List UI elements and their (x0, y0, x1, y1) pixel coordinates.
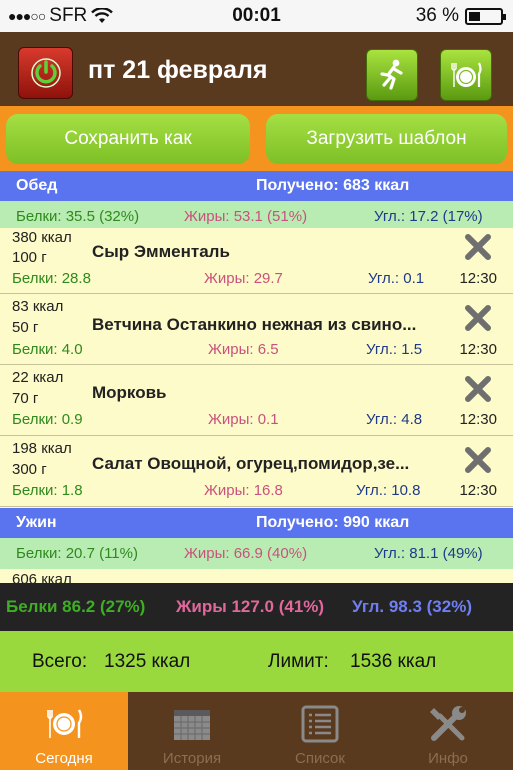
action-bar: Сохранить как Загрузить шаблон (0, 106, 513, 172)
calendar-icon (174, 710, 210, 740)
app-header: пт 21 февраля (0, 32, 513, 106)
plate-fork-knife-icon (47, 709, 83, 738)
running-man-icon (380, 59, 403, 90)
meal-protein: Белки: 20.7 (11%) (16, 545, 138, 562)
meal-received: Получено: 683 ккал (256, 177, 410, 194)
tab-info[interactable]: Инфо (384, 692, 512, 770)
item-time: 12:30 (459, 270, 497, 287)
total-protein: Белки 86.2 (27%) (6, 597, 146, 616)
item-time: 12:30 (459, 411, 497, 428)
food-item[interactable]: 22 ккал 70 г Морковь Белки: 0.9 Жиры: 0.… (0, 366, 513, 436)
item-carbs: Угл.: 1.5 (366, 341, 423, 358)
status-bar: ●●●○○ SFR 00:01 36 % (0, 0, 513, 32)
item-protein: Белки: 1.8 (12, 482, 83, 499)
tab-label: Список (295, 750, 345, 767)
item-name: Ветчина Останкино нежная из свино... (92, 315, 417, 334)
tab-label: Инфо (428, 750, 468, 767)
item-name: Сыр Эмменталь (92, 242, 230, 261)
meal-fat: Жиры: 53.1 (51%) (184, 208, 308, 225)
battery-percent: 36 % (415, 5, 459, 26)
meal-header-lunch[interactable]: Обед Получено: 683 ккал (0, 171, 513, 201)
total-value: 1325 ккал (104, 651, 191, 672)
meal-carbs: Угл.: 17.2 (17%) (374, 208, 483, 225)
item-protein: Белки: 28.8 (12, 270, 91, 287)
item-weight: 100 г (12, 249, 47, 266)
meal-macros: Белки: 20.7 (11%) Жиры: 66.9 (40%) Угл.:… (0, 538, 513, 569)
tab-bar: Сегодня История Список Инфо (0, 692, 513, 770)
save-as-button[interactable]: Сохранить как (6, 114, 250, 164)
item-kcal: 22 ккал (12, 369, 64, 386)
activity-button[interactable] (366, 49, 418, 101)
item-fat: Жиры: 16.8 (204, 482, 283, 499)
list-icon (301, 705, 339, 743)
meal-received: Получено: 990 ккал (256, 514, 410, 531)
item-time: 12:30 (459, 341, 497, 358)
item-protein: Белки: 0.9 (12, 411, 83, 428)
food-item[interactable]: 380 ккал 100 г Сыр Эмменталь Белки: 28.8… (0, 228, 513, 294)
delete-x-icon[interactable] (463, 232, 493, 262)
meal-carbs: Угл.: 81.1 (49%) (374, 545, 483, 562)
tab-today[interactable]: Сегодня (0, 692, 128, 770)
status-right: 36 % (415, 5, 506, 27)
power-button[interactable] (18, 47, 73, 99)
item-fat: Жиры: 0.1 (208, 411, 279, 428)
meal-fat: Жиры: 66.9 (40%) (184, 545, 308, 562)
meal-header-dinner[interactable]: Ужин Получено: 990 ккал (0, 508, 513, 538)
item-time: 12:30 (459, 482, 497, 499)
item-weight: 50 г (12, 319, 39, 336)
meal-name: Обед (16, 177, 58, 194)
plate-fork-knife-icon (451, 62, 482, 87)
item-weight: 300 г (12, 461, 47, 478)
meal-protein: Белки: 35.5 (32%) (16, 208, 140, 225)
delete-x-icon[interactable] (463, 374, 493, 404)
item-carbs: Угл.: 10.8 (356, 482, 421, 499)
item-kcal: 198 ккал (12, 440, 72, 457)
meal-name: Ужин (16, 514, 57, 531)
item-fat: Жиры: 29.7 (204, 270, 283, 287)
item-carbs: Угл.: 4.8 (366, 411, 423, 428)
item-protein: Белки: 4.0 (12, 341, 83, 358)
load-template-button[interactable]: Загрузить шаблон (266, 114, 507, 164)
item-name: Салат Овощной, огурец,помидор,зе... (92, 454, 410, 473)
item-name: Морковь (92, 383, 167, 402)
total-carbs: Угл. 98.3 (32%) (352, 597, 472, 616)
meal-button[interactable] (440, 49, 492, 101)
power-icon (30, 58, 61, 88)
item-weight: 70 г (12, 390, 39, 407)
tab-label: История (162, 750, 222, 767)
food-item[interactable]: 83 ккал 50 г Ветчина Останкино нежная из… (0, 295, 513, 365)
tools-icon (430, 706, 466, 741)
current-date: пт 21 февраля (88, 56, 268, 84)
daily-calorie-summary: Всего: 1325 ккал Лимит: 1536 ккал (0, 631, 513, 692)
food-item-partial[interactable]: 606 ккал (0, 569, 513, 583)
item-carbs: Угл.: 0.1 (368, 270, 425, 287)
total-label: Всего: (32, 651, 88, 672)
delete-x-icon[interactable] (463, 445, 493, 475)
item-fat: Жиры: 6.5 (208, 341, 279, 358)
total-fat: Жиры 127.0 (41%) (176, 597, 325, 616)
item-kcal: 83 ккал (12, 298, 64, 315)
food-item[interactable]: 198 ккал 300 г Салат Овощной, огурец,пом… (0, 437, 513, 507)
daily-macro-totals: Белки 86.2 (27%) Жиры 127.0 (41%) Угл. 9… (0, 583, 513, 631)
tab-history[interactable]: История (128, 692, 256, 770)
battery-icon (465, 7, 506, 25)
item-kcal: 606 ккал (12, 571, 72, 583)
delete-x-icon[interactable] (463, 303, 493, 333)
item-kcal: 380 ккал (12, 229, 72, 246)
limit-label: Лимит: (268, 651, 329, 672)
limit-value: 1536 ккал (350, 651, 437, 672)
tab-label: Сегодня (35, 750, 93, 767)
tab-list[interactable]: Список (256, 692, 384, 770)
